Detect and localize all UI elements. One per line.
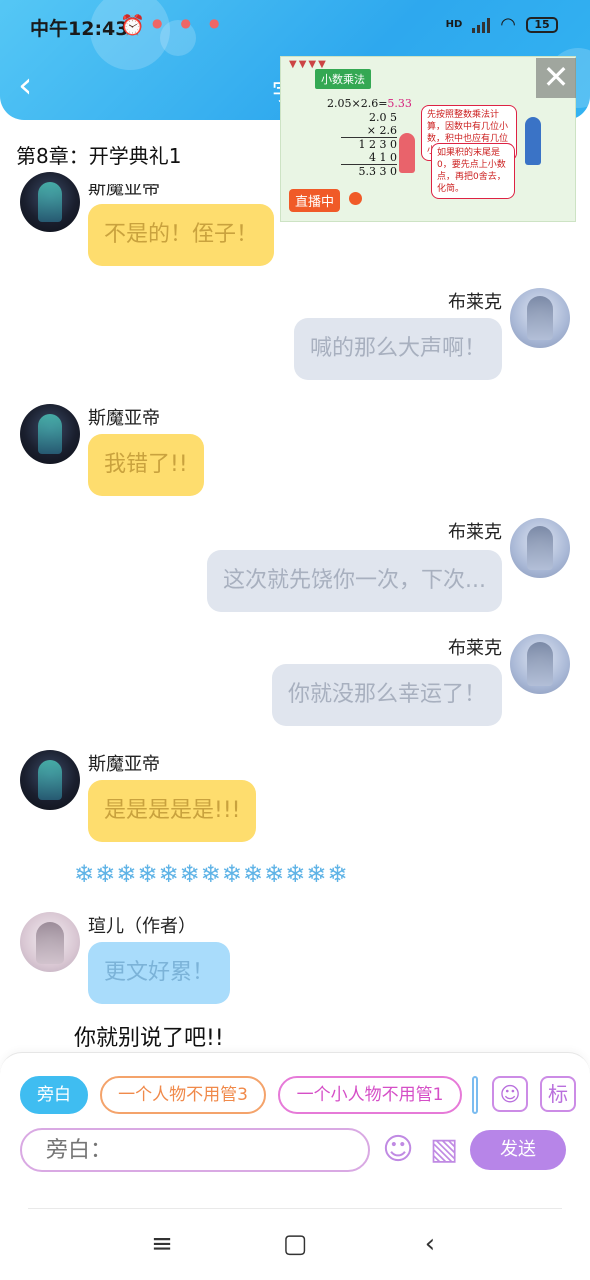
chip-overflow[interactable]	[472, 1076, 478, 1114]
notification-icons: ●●●	[152, 16, 238, 30]
avatar[interactable]	[20, 172, 80, 232]
status-icons: HD ◠ 15	[446, 14, 558, 35]
speaker-name: 布莱克	[448, 292, 502, 313]
avatar[interactable]	[20, 404, 80, 464]
avatar[interactable]	[510, 634, 570, 694]
video-topic: 小数乘法	[315, 69, 371, 89]
chip-character[interactable]: 一个人物不用管3	[100, 1076, 266, 1114]
chat-bubble[interactable]: 更文好累！	[88, 942, 231, 1004]
menu-icon: ≡	[151, 1229, 173, 1259]
status-time: 中午12:43	[30, 18, 129, 40]
home-button[interactable]: ▢	[275, 1228, 315, 1260]
back-button[interactable]: ‹	[18, 66, 48, 106]
snowflake-separator: ❄❄❄❄❄❄❄❄❄❄❄❄❄	[74, 860, 349, 888]
speaker-name: 瑄儿（作者）	[88, 916, 196, 937]
chip-character[interactable]: 一个小人物不用管1	[278, 1076, 462, 1114]
send-button[interactable]: 发送	[470, 1130, 566, 1170]
emoji-icon: ☺	[382, 1132, 414, 1167]
girl-figure	[399, 133, 415, 173]
message-input[interactable]	[20, 1128, 370, 1172]
calc-line: × 2.6	[366, 124, 397, 137]
close-icon: ✕	[542, 58, 570, 96]
chat-bubble[interactable]: 不是的！侄子！	[88, 204, 275, 266]
avatar[interactable]	[20, 912, 80, 972]
narration-text[interactable]: 你就别说了吧!!	[74, 1020, 224, 1052]
live-dot	[349, 192, 362, 205]
menu-button[interactable]: ≡	[142, 1228, 182, 1260]
character-select-button[interactable]: ☺	[492, 1076, 528, 1112]
live-badge: 直播中	[289, 189, 341, 212]
image-icon: ▧	[429, 1132, 459, 1167]
hd-label: HD	[445, 19, 463, 30]
home-icon: ▢	[282, 1229, 308, 1259]
calc-line: 1 2 3 0	[341, 137, 397, 151]
battery-icon: 15	[526, 16, 558, 33]
avatar[interactable]	[20, 750, 80, 810]
nav-back-button[interactable]: ‹	[410, 1228, 450, 1260]
character-icon: ☺	[499, 1082, 521, 1106]
calc-line: 5.3 3 0	[341, 164, 397, 178]
chat-bubble[interactable]: 是是是是是!!!	[88, 780, 257, 842]
calc-line: 4 1 0	[369, 151, 397, 164]
avatar[interactable]	[510, 288, 570, 348]
chat-bubble[interactable]: 我错了!!	[88, 434, 204, 496]
status-bar: 中午12:43 ⏰ ●●● HD ◠ 15	[0, 0, 590, 52]
video-equation: 2.05×2.6=5.33	[327, 97, 412, 110]
equation-answer: 5.33	[387, 97, 412, 110]
chapter-title: 第8章：开学典礼1	[16, 144, 182, 168]
emoji-button[interactable]: ☺	[378, 1130, 418, 1170]
chat-bubble[interactable]: 喊的那么大声啊！	[293, 318, 502, 380]
calc-line: 2.0 5	[369, 111, 397, 124]
video-calculation: 2.0 5 × 2.6 1 2 3 0 4 1 0 5.3 3 0	[341, 111, 397, 178]
speaker-name: 斯魔亚帝	[88, 178, 160, 199]
mark-button[interactable]: 标	[540, 1076, 576, 1112]
signal-icon	[472, 17, 491, 33]
chat-bubble[interactable]: 这次就先饶你一次，下次...	[207, 550, 502, 612]
speaker-name: 布莱克	[448, 638, 502, 659]
speaker-name: 斯魔亚帝	[88, 408, 160, 429]
battery-level: 15	[534, 17, 550, 31]
chip-narrator[interactable]: 旁白	[20, 1076, 88, 1114]
speaker-name: 斯魔亚帝	[88, 754, 160, 775]
equation-text: 2.05×2.6=	[327, 97, 388, 110]
chat-bubble[interactable]: 你就没那么幸运了！	[271, 664, 502, 726]
divider	[28, 1208, 562, 1209]
live-video-player[interactable]: ▼▼▼▼ 小数乘法 2.05×2.6=5.33 2.0 5 × 2.6 1 2 …	[280, 56, 576, 222]
speech-bubble: 如果积的末尾是0，要先点上小数点，再把0舍去，化简。	[431, 143, 515, 199]
boy-figure	[525, 117, 541, 165]
speaker-name: 布莱克	[448, 522, 502, 543]
avatar[interactable]	[510, 518, 570, 578]
alarm-icon: ⏰	[120, 13, 145, 37]
chevron-left-icon: ‹	[18, 65, 33, 106]
wifi-icon: ◠	[500, 14, 516, 35]
image-button[interactable]: ▧	[424, 1130, 464, 1170]
back-icon: ‹	[424, 1229, 436, 1259]
video-close-button[interactable]: ✕	[536, 58, 576, 98]
mark-label: 标	[548, 1082, 568, 1106]
